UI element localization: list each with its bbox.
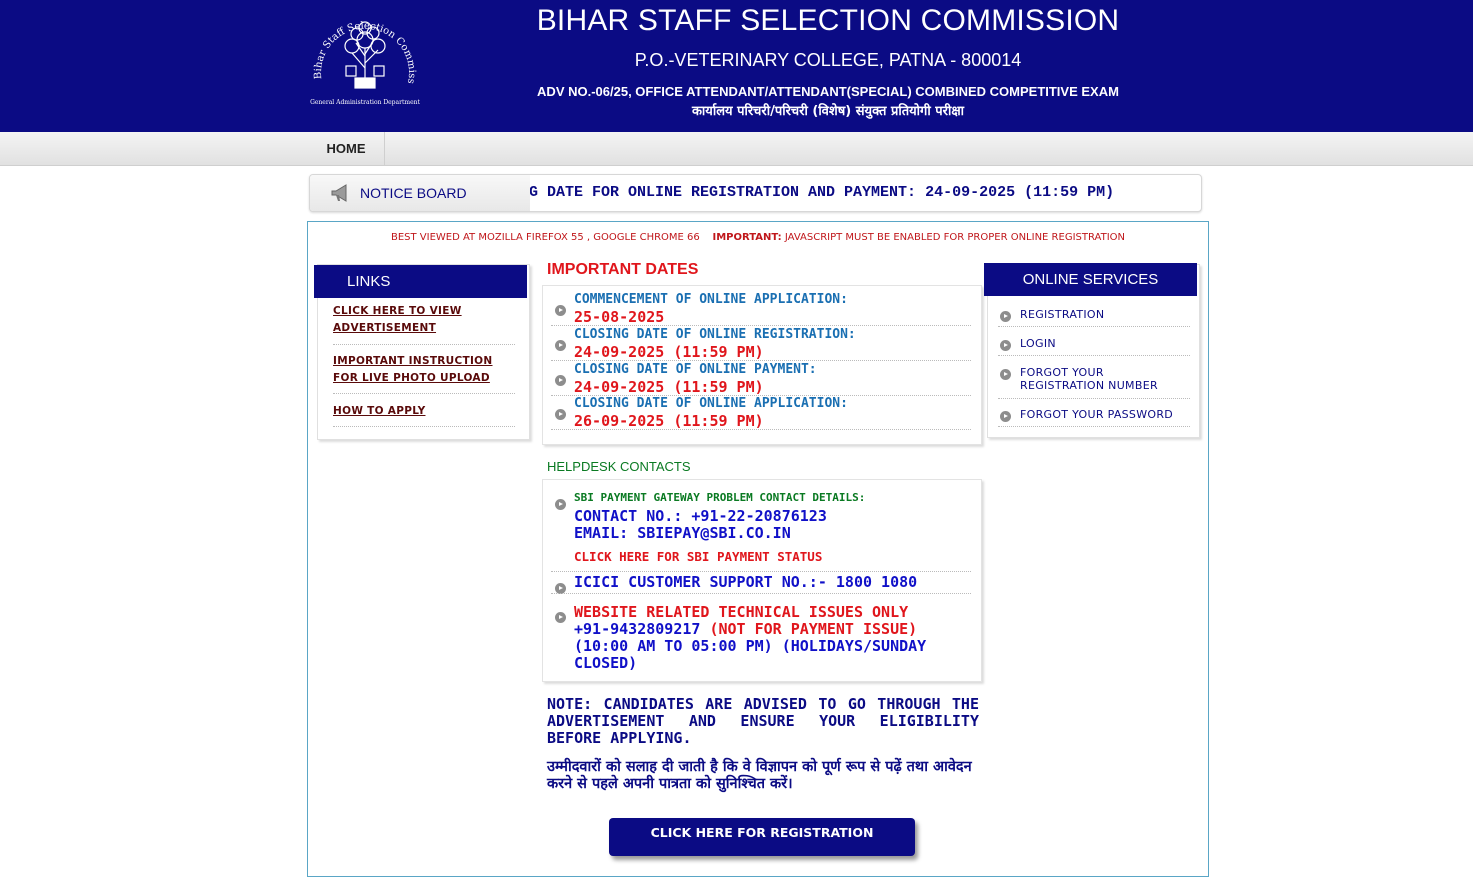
service-label-line: FORGOT YOUR bbox=[1020, 366, 1104, 379]
registration-button[interactable]: CLICK HERE FOR REGISTRATION bbox=[609, 818, 915, 856]
link-how-to-apply[interactable]: HOW TO APPLY bbox=[333, 403, 515, 420]
tech-hours: (10:00 AM TO 05:00 PM) (HOLIDAYS/SUNDAY bbox=[574, 637, 927, 655]
tech-issues-title: WEBSITE RELATED TECHNICAL ISSUES ONLY bbox=[574, 603, 909, 621]
date-row: CLOSING DATE OF ONLINE PAYMENT: 24-09-20… bbox=[551, 361, 971, 396]
service-label-line: REGISTRATION NUMBER bbox=[1020, 379, 1158, 392]
links-panel-title: LINKS bbox=[314, 265, 527, 298]
bullet-icon bbox=[555, 305, 566, 316]
link-live-photo-instruction[interactable]: IMPORTANT INSTRUCTION FOR LIVE PHOTO UPL… bbox=[333, 353, 515, 387]
tech-hours-cont: CLOSED) bbox=[574, 654, 638, 672]
bullet-icon bbox=[1000, 411, 1011, 422]
advertisement-number: ADV NO.-06/25, OFFICE ATTENDANT/ATTENDAN… bbox=[537, 84, 1119, 99]
link-line: FOR LIVE PHOTO UPLOAD bbox=[333, 372, 490, 384]
service-forgot-password[interactable]: FORGOT YOUR PASSWORD bbox=[998, 408, 1190, 427]
tech-phone: +91-9432809217 bbox=[574, 620, 701, 638]
helpdesk-box: SBI PAYMENT GATEWAY PROBLEM CONTACT DETA… bbox=[542, 479, 982, 682]
site-address: P.O.-VETERINARY COLLEGE, PATNA - 800014 bbox=[634, 50, 1022, 70]
online-services-panel: ONLINE SERVICES REGISTRATION LOGIN FORGO… bbox=[984, 263, 1200, 438]
notice-marquee-text: G DATE FOR ONLINE REGISTRATION AND PAYME… bbox=[530, 184, 1115, 201]
service-forgot-registration-number[interactable]: FORGOT YOUR REGISTRATION NUMBER bbox=[998, 366, 1190, 399]
links-panel: LINKS CLICK HERE TO VIEW ADVERTISEMENT I… bbox=[314, 264, 530, 440]
important-label: IMPORTANT: bbox=[712, 232, 782, 243]
online-services-title: ONLINE SERVICES bbox=[984, 263, 1197, 296]
date-label: COMMENCEMENT OF ONLINE APPLICATION: bbox=[574, 292, 848, 307]
sbi-payment-status-link[interactable]: CLICK HERE FOR SBI PAYMENT STATUS bbox=[574, 549, 822, 564]
date-value: 25-08-2025 bbox=[574, 308, 665, 326]
link-line: CLICK HERE TO VIEW bbox=[333, 305, 462, 317]
date-label: CLOSING DATE OF ONLINE PAYMENT: bbox=[574, 362, 817, 377]
service-login[interactable]: LOGIN bbox=[998, 337, 1190, 356]
divider bbox=[333, 393, 515, 394]
bullet-icon bbox=[555, 340, 566, 351]
service-registration[interactable]: REGISTRATION bbox=[998, 308, 1190, 327]
sbi-gateway-title: SBI PAYMENT GATEWAY PROBLEM CONTACT DETA… bbox=[574, 491, 866, 504]
notice-marquee[interactable]: G DATE FOR ONLINE REGISTRATION AND PAYME… bbox=[530, 175, 1201, 211]
notice-board-title: NOTICE BOARD bbox=[360, 185, 467, 201]
bullet-icon bbox=[555, 409, 566, 420]
browser-note: BEST VIEWED AT MOZILLA FIREFOX 55 , GOOG… bbox=[308, 232, 1208, 243]
browser-note-text: BEST VIEWED AT MOZILLA FIREFOX 55 , GOOG… bbox=[390, 232, 700, 243]
note-english: NOTE: CANDIDATES ARE ADVISED TO GO THROU… bbox=[547, 695, 979, 747]
bullet-icon bbox=[555, 499, 566, 510]
sbi-email: EMAIL: SBIEPAY@SBI.CO.IN bbox=[574, 524, 791, 542]
bullet-icon bbox=[1000, 369, 1011, 380]
service-label: REGISTRATION bbox=[1020, 308, 1105, 321]
service-label: FORGOT YOUR REGISTRATION NUMBER bbox=[1020, 366, 1158, 392]
tech-phone-line: +91-9432809217 (NOT FOR PAYMENT ISSUE) bbox=[574, 620, 917, 638]
bullet-icon bbox=[555, 612, 566, 623]
bullet-icon bbox=[555, 375, 566, 386]
date-value: 24-09-2025 (11:59 PM) bbox=[574, 343, 764, 361]
icici-support-number: ICICI CUSTOMER SUPPORT NO.:- 1800 1080 bbox=[574, 573, 918, 591]
bullet-icon bbox=[1000, 311, 1011, 322]
sbi-contact-number: CONTACT NO.: +91-22-20876123 bbox=[574, 507, 827, 525]
notice-board: NOTICE BOARD G DATE FOR ONLINE REGISTRAT… bbox=[309, 174, 1202, 212]
megaphone-icon bbox=[331, 184, 347, 202]
important-dates-title: IMPORTANT DATES bbox=[547, 261, 699, 278]
advertisement-hindi: कार्यालय परिचरी/परिचरी (विशेष) संयुक्त प… bbox=[691, 104, 965, 119]
service-label: FORGOT YOUR PASSWORD bbox=[1020, 408, 1174, 421]
site-title: BIHAR STAFF SELECTION COMMISSION bbox=[536, 4, 1120, 37]
date-value: 24-09-2025 (11:59 PM) bbox=[574, 378, 764, 396]
helpdesk-title: HELPDESK CONTACTS bbox=[547, 459, 691, 474]
date-row: CLOSING DATE OF ONLINE APPLICATION: 26-0… bbox=[551, 395, 971, 430]
date-row: CLOSING DATE OF ONLINE REGISTRATION: 24-… bbox=[551, 326, 971, 361]
note-hindi: उम्मीदवारों को सलाह दी जाती है कि वे विज… bbox=[547, 759, 972, 792]
service-label: LOGIN bbox=[1020, 337, 1056, 350]
link-line: ADVERTISEMENT bbox=[333, 322, 437, 334]
date-row: COMMENCEMENT OF ONLINE APPLICATION: 25-0… bbox=[551, 291, 971, 326]
main-content: BEST VIEWED AT MOZILLA FIREFOX 55 , GOOG… bbox=[307, 221, 1209, 877]
site-header: Bihar Staff Selection Commission, Patna … bbox=[0, 0, 1473, 132]
divider bbox=[333, 426, 515, 427]
link-line: HOW TO APPLY bbox=[333, 405, 426, 417]
nav-home-link[interactable]: HOME bbox=[308, 132, 385, 165]
date-label: CLOSING DATE OF ONLINE REGISTRATION: bbox=[574, 327, 856, 342]
main-nav: HOME bbox=[0, 132, 1473, 166]
important-dates-box: COMMENCEMENT OF ONLINE APPLICATION: 25-0… bbox=[542, 285, 982, 445]
date-value: 26-09-2025 (11:59 PM) bbox=[574, 412, 764, 430]
date-label: CLOSING DATE OF ONLINE APPLICATION: bbox=[574, 396, 848, 411]
divider bbox=[333, 344, 515, 345]
important-text: JAVASCRIPT MUST BE ENABLED FOR PROPER ON… bbox=[784, 232, 1125, 243]
link-line: IMPORTANT INSTRUCTION bbox=[333, 355, 493, 367]
divider bbox=[551, 571, 971, 572]
bullet-icon bbox=[1000, 340, 1011, 351]
notice-board-label: NOTICE BOARD bbox=[310, 175, 530, 211]
link-view-advertisement[interactable]: CLICK HERE TO VIEW ADVERTISEMENT bbox=[333, 303, 515, 337]
divider bbox=[551, 593, 971, 594]
tech-phone-note: (NOT FOR PAYMENT ISSUE) bbox=[709, 620, 918, 638]
